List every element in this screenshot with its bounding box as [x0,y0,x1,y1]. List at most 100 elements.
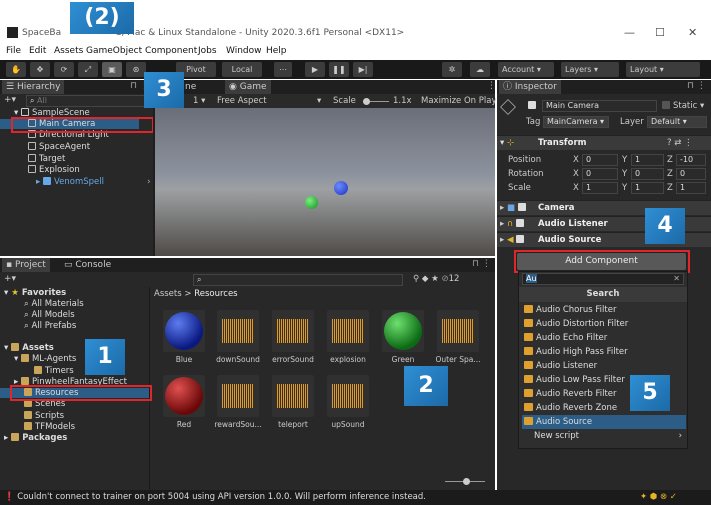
more-icon[interactable]: ⋮ [487,81,496,91]
tree-all-materials[interactable]: ⌕ All Materials [24,299,84,309]
gameobject-active-toggle[interactable] [528,101,539,111]
asset-errorsound[interactable] [272,310,314,352]
local-button[interactable]: Local [222,62,262,77]
lock-icon[interactable]: ⊓ ⋮ [472,259,491,269]
tree-ml-agents[interactable]: ▾ ML-Agents [14,354,76,364]
tree-all-models[interactable]: ⌕ All Models [24,310,75,320]
tab-game[interactable]: ◉ Game [225,80,271,94]
pause-icon[interactable]: ❚❚ [329,62,349,77]
breadcrumb-resources[interactable]: Resources [194,289,237,299]
position-y-field[interactable]: 1 [631,154,664,166]
play-icon[interactable]: ▶ [305,62,325,77]
cloud-icon[interactable]: ☁ [470,62,490,77]
asset-outer-space[interactable] [437,310,479,352]
scale-tool-icon[interactable]: ⤢ [78,62,98,77]
status-icons[interactable]: ✦ ⬢ ⊗ ✓ [640,492,677,502]
menu-file[interactable]: File [6,46,21,56]
project-search-input[interactable]: ⌕ [193,274,403,286]
hand-tool-icon[interactable]: ✋ [6,62,26,77]
menu-window[interactable]: Window [226,46,262,56]
chevron-right-icon[interactable]: › [147,177,151,187]
step-icon[interactable]: ▶| [353,62,373,77]
hierarchy-item-spaceagent[interactable]: SpaceAgent [28,142,90,152]
asset-rewardsound[interactable] [217,375,259,417]
tag-dropdown[interactable]: MainCamera ▾ [543,116,609,128]
rect-tool-icon[interactable]: ▣ [102,62,122,77]
aspect-dropdown[interactable]: Free Aspect ▾ [217,96,327,106]
layout-dropdown[interactable]: Layout ▾ [626,62,700,77]
hierarchy-search-input[interactable]: ⌕ All [26,95,150,107]
menu-gameobject[interactable]: GameObject [86,46,142,56]
menu-edit[interactable]: Edit [29,46,46,56]
static-toggle[interactable]: Static ▾ [662,101,704,111]
thumbnail-size-handle[interactable] [463,478,470,485]
tree-packages[interactable]: ▸ Packages [4,433,67,443]
asset-blue[interactable] [163,310,205,352]
tree-tfmodels[interactable]: TFModels [24,422,75,432]
display-dropdown[interactable]: 1 ▾ [193,96,205,106]
tree-scripts[interactable]: Scripts [24,411,64,421]
hierarchy-item-explosion[interactable]: Explosion [28,165,80,175]
game-viewport[interactable] [155,108,495,256]
filter-icons[interactable]: ⚲ ◆ ★ ⊘12 [413,274,459,284]
tab-project[interactable]: ▪ Project [2,258,50,272]
result-new-script[interactable]: New script › [522,429,686,443]
result-audio-source[interactable]: Audio Source [522,415,686,429]
position-x-field[interactable]: 0 [582,154,618,166]
add-icon[interactable]: +▾ [4,95,16,105]
layer-dropdown[interactable]: Default ▾ [647,116,707,128]
tree-assets[interactable]: ▾ Assets [4,343,54,353]
rotation-x-field[interactable]: 0 [582,168,618,180]
grid-snap-icon[interactable]: ⋯ [274,62,292,77]
result-audio-echo-filter[interactable]: Audio Echo Filter [522,331,686,345]
tab-hierarchy[interactable]: ☰ Hierarchy [2,80,65,94]
close-icon[interactable]: ✕ [688,26,697,39]
tree-favorites[interactable]: ▾ ★ Favorites [4,288,66,298]
tab-inspector[interactable]: ⓘ Inspector [499,80,561,94]
scale-x-field[interactable]: 1 [582,182,618,194]
component-menu-icons[interactable]: ? ⇄ ⋮ [667,138,693,148]
scale-z-field[interactable]: 1 [676,182,706,194]
asset-upsound[interactable] [327,375,369,417]
asset-explosion[interactable] [327,310,369,352]
component-search-input[interactable]: Au ✕ [522,273,684,285]
transform-tool-icon[interactable]: ⊛ [126,62,146,77]
layers-dropdown[interactable]: Layers ▾ [561,62,619,77]
asset-downsound[interactable] [217,310,259,352]
asset-teleport[interactable] [272,375,314,417]
result-audio-chorus-filter[interactable]: Audio Chorus Filter [522,303,686,317]
breadcrumb-assets[interactable]: Assets [154,289,182,299]
collab-icon[interactable]: ✲ [442,62,462,77]
checkbox[interactable] [515,219,524,227]
add-icon[interactable]: +▾ [4,274,16,284]
checkbox[interactable] [662,101,670,109]
checkbox[interactable] [517,203,526,211]
tree-timers[interactable]: Timers [34,366,74,376]
scale-slider-handle[interactable] [363,98,370,105]
checkbox[interactable] [528,101,536,109]
rotation-z-field[interactable]: 0 [676,168,706,180]
rotation-y-field[interactable]: 0 [631,168,664,180]
menu-jobs[interactable]: Jobs [198,46,217,56]
checkbox[interactable] [516,235,525,243]
account-dropdown[interactable]: Account ▾ [498,62,554,77]
hierarchy-item-venomspell[interactable]: ▸ VenomSpell [36,177,104,187]
maximize-on-play-toggle[interactable]: Maximize On Play [421,96,496,106]
position-z-field[interactable]: -10 [676,154,706,166]
tree-all-prefabs[interactable]: ⌕ All Prefabs [24,321,76,331]
asset-green[interactable] [382,310,424,352]
transform-section-header[interactable]: ▾ ⊹ Transform ? ⇄ ⋮ [497,135,711,150]
menu-component[interactable]: Component [145,46,197,56]
maximize-icon[interactable]: ☐ [655,26,665,39]
scale-y-field[interactable]: 1 [631,182,664,194]
result-audio-listener[interactable]: Audio Listener [522,359,686,373]
result-audio-distortion-filter[interactable]: Audio Distortion Filter [522,317,686,331]
gameobject-name-field[interactable]: Main Camera [542,100,657,112]
rotate-tool-icon[interactable]: ⟳ [54,62,74,77]
clear-icon[interactable]: ✕ [673,274,680,284]
lock-icon[interactable]: ⊓ ⋮ [687,81,706,91]
hierarchy-item-target[interactable]: Target [28,154,65,164]
tab-console[interactable]: ▭ Console [60,258,115,272]
result-audio-high-pass-filter[interactable]: Audio High Pass Filter [522,345,686,359]
minimize-icon[interactable]: — [624,26,635,39]
